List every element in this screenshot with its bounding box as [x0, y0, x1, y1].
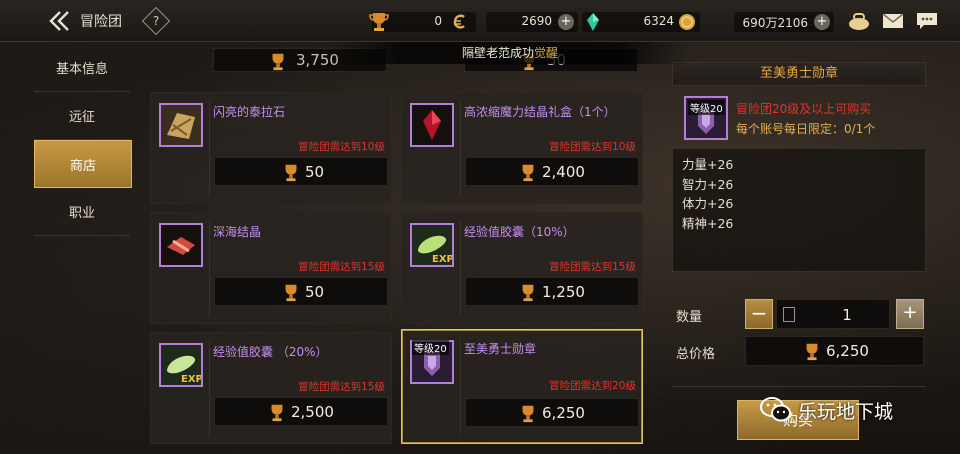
svg-text:EXP: EXP: [181, 374, 203, 385]
sidebar: 基本信息 远征 商店 职业: [34, 44, 132, 454]
price-box: 50: [214, 157, 388, 186]
currency-crystal: 6324: [582, 12, 700, 32]
trophy-icon: [369, 13, 389, 31]
trophy-icon: [522, 405, 534, 423]
item-name: 高浓缩魔力结晶礼盒（1个）: [464, 105, 616, 119]
mail-icon[interactable]: [880, 10, 906, 32]
trophy-icon: [285, 164, 297, 182]
shop-item-card[interactable]: 高浓缩魔力结晶礼盒（1个） 冒险团需达到10级 2,400: [401, 92, 643, 204]
price-box: 2,400: [465, 157, 639, 186]
trophy-icon: [522, 284, 534, 302]
divider: [209, 101, 210, 197]
wechat-icon: [760, 397, 791, 422]
purchase-requirement: 冒险团20级及以上可购买: [736, 102, 872, 116]
divider: [460, 221, 461, 317]
item-name: 至美勇士勋章: [464, 342, 537, 356]
sidebar-item-shop[interactable]: 商店: [34, 140, 132, 188]
level-badge: 等级20: [688, 100, 725, 115]
magic-crystal-box-icon: [410, 103, 454, 147]
item-requirement: 冒险团需达到15级: [549, 261, 636, 273]
shop-item-grid[interactable]: 3,750 50 闪亮的泰拉石 冒险团需达到10级 50 高浓缩魔力结晶礼盒（1…: [150, 42, 650, 454]
daily-limit: 每个账号每日限定：0/1个: [736, 122, 876, 136]
item-name: 闪亮的泰拉石: [213, 105, 286, 119]
stat-line: 力量+26: [682, 157, 734, 172]
divider: [460, 338, 461, 434]
item-requirement: 冒险团需达到15级: [298, 261, 385, 273]
item-requirement: 冒险团需达到10级: [549, 141, 636, 153]
total-price-box: 6,250: [745, 336, 924, 366]
price-box: 1,250: [465, 277, 639, 306]
trophy-icon: [272, 53, 284, 71]
shop-item-card-selected[interactable]: 等级20 至美勇士勋章 冒险团需达到20级 6,250: [401, 329, 643, 444]
trophy-icon: [522, 164, 534, 182]
item-name: 经验值胶囊 （20%）: [213, 345, 328, 359]
divider: [209, 221, 210, 317]
system-notice: 隔壁老范成功觉醒: [330, 42, 690, 64]
item-name: 经验值胶囊（10%）: [464, 225, 575, 239]
detail-title: 至美勇士勋章: [672, 62, 926, 86]
shop-item-card[interactable]: EXP 经验值胶囊（10%） 冒险团需达到15级 1,250: [401, 212, 643, 324]
top-bar: 冒险团 ? 0 2690 + 6324 690万2106 +: [0, 0, 960, 42]
price-box: 6,250: [465, 398, 639, 427]
divider: [672, 386, 926, 387]
page-title: 冒险团: [80, 14, 122, 30]
back-arrow-icon[interactable]: [46, 9, 72, 33]
stats-box: 力量+26 智力+26 体力+26 精神+26: [672, 148, 926, 272]
level-badge: 等级20: [412, 340, 449, 355]
stat-line: 体力+26: [682, 196, 734, 211]
quantity-decrease-button[interactable]: −: [745, 299, 773, 329]
trophy-icon: [285, 284, 297, 302]
price-box: 2,500: [214, 397, 388, 426]
watermark: 乐玩地下城: [760, 396, 893, 424]
divider: [460, 101, 461, 197]
add-coupon-button[interactable]: +: [558, 14, 574, 30]
trophy-icon: [806, 343, 818, 361]
total-price-label: 总价格: [676, 347, 716, 362]
deep-sea-crystal-icon: [159, 223, 203, 267]
currency-trophy: 0: [369, 12, 476, 32]
bag-icon[interactable]: [846, 10, 872, 32]
add-gold-button[interactable]: +: [814, 14, 830, 30]
price-box: 50: [214, 277, 388, 306]
svg-text:EXP: EXP: [432, 254, 454, 265]
gold-c-icon: [453, 14, 465, 29]
stat-line: 智力+26: [682, 176, 734, 192]
quantity-increase-button[interactable]: +: [896, 299, 924, 329]
help-icon[interactable]: ?: [141, 6, 171, 36]
shop-item-card[interactable]: 深海结晶 冒险团需达到15级 50: [150, 212, 392, 324]
currency-gold: 690万2106 +: [734, 12, 834, 32]
chat-icon[interactable]: [914, 10, 940, 32]
trophy-icon: [271, 404, 283, 422]
divider: [209, 341, 210, 437]
green-crystal-icon: [587, 13, 599, 31]
sidebar-item-basic-info[interactable]: 基本信息: [34, 44, 130, 92]
gold-coin-icon: [679, 14, 695, 30]
exp-capsule-icon: EXP: [410, 223, 454, 267]
item-requirement: 冒险团需达到10级: [298, 141, 385, 153]
terra-stone-icon: [159, 103, 203, 147]
sidebar-item-expedition[interactable]: 远征: [34, 92, 130, 140]
shop-item-card[interactable]: 闪亮的泰拉石 冒险团需达到10级 50: [150, 92, 392, 204]
top-icon-group: [846, 10, 940, 32]
quantity-input[interactable]: 1: [776, 299, 890, 329]
item-requirement: 冒险团需达到15级: [298, 381, 385, 393]
quantity-label: 数量: [676, 310, 703, 325]
stat-line: 精神+26: [682, 215, 734, 231]
item-requirement: 冒险团需达到20级: [549, 380, 636, 392]
sidebar-item-class[interactable]: 职业: [34, 188, 130, 236]
currency-coupon: 2690 +: [486, 12, 578, 32]
item-name: 深海结晶: [213, 225, 262, 239]
exp-capsule-icon: EXP: [159, 343, 203, 387]
shop-item-card[interactable]: EXP 经验值胶囊 （20%） 冒险团需达到15级 2,500: [150, 332, 392, 444]
